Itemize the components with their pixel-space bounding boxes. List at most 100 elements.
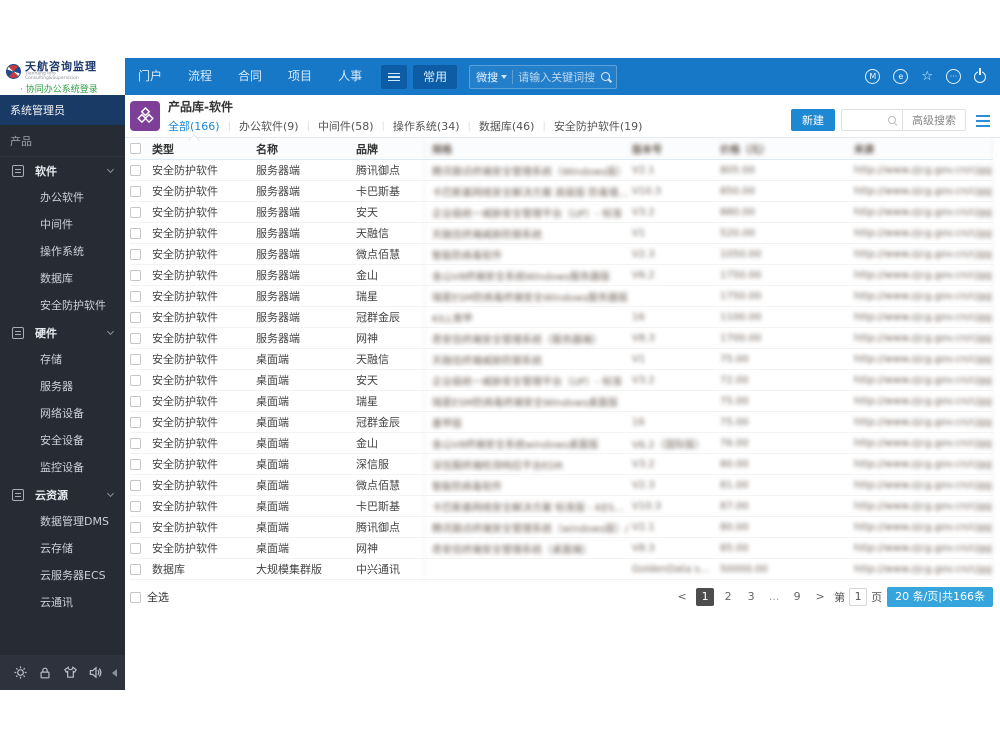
header-checkbox[interactable] [130, 143, 141, 154]
global-search[interactable]: 微搜 请输入关键词搜 [469, 64, 618, 89]
new-button[interactable]: 新建 [791, 109, 835, 131]
sidebar-item[interactable]: 数据管理DMS [0, 508, 125, 535]
sidebar-group[interactable]: 软件 [0, 157, 125, 184]
category-tab[interactable]: 中间件(58) [318, 118, 374, 134]
table-row[interactable]: 安全防护软件 桌面端 网神 奇安信终端安全管理系统（桌面端） V8.3 85.00 http… [130, 538, 993, 559]
table-row[interactable]: 安全防护软件 桌面端 冠群金辰 墨甲版 16 75.00 http://www.zjcg.g… [130, 412, 993, 433]
table-row[interactable]: 安全防护软件 桌面端 天融信 天融信终端威胁防御系统 V1 75.00 http://www… [130, 349, 993, 370]
table-row[interactable]: 安全防护软件 服务器端 网神 奇安信终端安全管理系统（服务器端） V8.3 1700.00… [130, 328, 993, 349]
row-checkbox[interactable] [130, 206, 141, 218]
row-checkbox[interactable] [130, 395, 141, 407]
sidebar-item[interactable]: 数据库 [0, 265, 125, 292]
table-row[interactable]: 安全防护软件 服务器端 安天 企业级统一威胁安全管理平台（UP）- 标准 V3.2 880… [130, 202, 993, 223]
jump-page-input[interactable]: 1 [849, 588, 868, 606]
page-number-button[interactable]: 2 [719, 588, 737, 606]
search-icon[interactable] [601, 72, 611, 81]
list-view-icon[interactable] [976, 115, 990, 117]
row-checkbox[interactable] [130, 311, 141, 323]
sidebar-item[interactable]: 安全设备 [0, 427, 125, 454]
row-checkbox[interactable] [130, 185, 141, 197]
sidebar-section-product[interactable]: 产品 [0, 125, 125, 157]
sidebar-item[interactable]: 云存储 [0, 535, 125, 562]
row-checkbox[interactable] [130, 374, 141, 386]
table-search-input[interactable] [842, 110, 888, 130]
topnav-item[interactable]: 门户 [125, 58, 175, 95]
table-row[interactable]: 安全防护软件 桌面端 瑞星 瑞星ESM防病毒终端安全Windows桌面版 75.00 ht… [130, 391, 993, 412]
row-checkbox[interactable] [130, 542, 141, 554]
category-tab[interactable]: 数据库(46) [479, 118, 535, 134]
row-checkbox[interactable] [130, 248, 141, 260]
page-number-button[interactable]: 9 [788, 588, 806, 606]
select-all[interactable]: 全选 [130, 589, 169, 605]
topnav-item[interactable]: 合同 [225, 58, 275, 95]
row-checkbox[interactable] [130, 563, 141, 575]
table-row[interactable]: 安全防护软件 桌面端 腾讯御点 腾讯御点终端安全管理系统（windows版）/ V2.… [130, 517, 993, 538]
next-page-button[interactable]: > [811, 588, 829, 606]
table-row[interactable]: 安全防护软件 桌面端 微点佰慧 智能防病毒软件 V2.3 81.00 http://www.… [130, 475, 993, 496]
category-tab[interactable]: 全部(166) [168, 118, 220, 134]
lock-icon[interactable] [37, 665, 53, 681]
sidebar-item[interactable]: 服务器 [0, 373, 125, 400]
table-row[interactable]: 安全防护软件 桌面端 卡巴斯基 卡巴斯基网络安全解决方案 标准版 - KES… V10.… [130, 496, 993, 517]
nav-menu-button[interactable] [381, 64, 408, 89]
table-row[interactable]: 安全防护软件 服务器端 冠群金辰 KILL胄甲 16 1100.00 http://www.… [130, 307, 993, 328]
row-checkbox[interactable] [130, 164, 141, 176]
category-tab[interactable]: 办公软件(9) [239, 118, 299, 134]
sidebar-item[interactable]: 监控设备 [0, 454, 125, 481]
row-checkbox[interactable] [130, 416, 141, 428]
row-checkbox[interactable] [130, 521, 141, 533]
messages-icon[interactable]: M [865, 69, 881, 84]
topnav-item[interactable]: 人事 [325, 58, 375, 95]
row-checkbox[interactable] [130, 437, 141, 449]
row-checkbox[interactable] [130, 227, 141, 239]
sidebar-item[interactable]: 存储 [0, 346, 125, 373]
theme-shirt-icon[interactable] [62, 665, 78, 681]
prev-page-button[interactable]: < [673, 588, 691, 606]
table-row[interactable]: 安全防护软件 桌面端 深信服 深信服终端检测响应平台EDR V3.2 80.00 http:… [130, 454, 993, 475]
select-all-checkbox[interactable] [130, 591, 141, 603]
power-icon[interactable] [974, 70, 986, 83]
page-size-button[interactable]: 20 条/页|共166条 [887, 587, 993, 607]
table-row[interactable]: 安全防护软件 服务器端 腾讯御点 腾讯御点终端安全管理系统（Windows版） V2.1… [130, 160, 993, 181]
search-input[interactable]: 请输入关键词搜 [518, 69, 596, 85]
sidebar-group[interactable]: 硬件 [0, 319, 125, 346]
sidebar-role-label[interactable]: 系统管理员 [0, 95, 125, 125]
search-icon[interactable] [888, 116, 896, 124]
email-icon[interactable]: e [893, 69, 909, 84]
table-row[interactable]: 安全防护软件 服务器端 卡巴斯基 卡巴斯基网络安全解决方案 高级版 防毒墙… V10.3… [130, 181, 993, 202]
table-row[interactable]: 数据库 大规模集群版 中兴通讯 GoldenData s… 50000.00 http:/… [130, 559, 993, 580]
row-checkbox[interactable] [130, 332, 141, 344]
row-checkbox[interactable] [130, 290, 141, 302]
topnav-item[interactable]: 流程 [175, 58, 225, 95]
table-row[interactable]: 安全防护软件 服务器端 金山 金山V8终端安全系统Windows服务器版 V6.2 175… [130, 265, 993, 286]
sidebar-collapse-icon[interactable] [112, 668, 117, 677]
sidebar-item[interactable]: 云通讯 [0, 589, 125, 616]
settings-gear-icon[interactable] [12, 665, 28, 681]
more-icon[interactable]: ··· [946, 69, 961, 84]
page-number-button[interactable]: 1 [696, 588, 715, 606]
sidebar-item[interactable]: 办公软件 [0, 184, 125, 211]
table-row[interactable]: 安全防护软件 服务器端 天融信 天融信终端威胁防御系统 V1 520.00 http://w… [130, 223, 993, 244]
sidebar-group[interactable]: 云资源 [0, 481, 125, 508]
favorites-star-icon[interactable]: ☆ [921, 69, 933, 84]
sidebar-item[interactable]: 网络设备 [0, 400, 125, 427]
row-checkbox[interactable] [130, 353, 141, 365]
category-tab[interactable]: 安全防护软件(19) [554, 118, 643, 134]
sidebar-item[interactable]: 操作系统 [0, 238, 125, 265]
table-row[interactable]: 安全防护软件 服务器端 微点佰慧 智能防病毒软件 V2.3 1050.00 http://w… [130, 244, 993, 265]
table-row[interactable]: 安全防护软件 服务器端 瑞星 瑞星ESM防病毒终端安全Windows服务器版 1750.… [130, 286, 993, 307]
oa-login-link[interactable]: · 协同办公系统登录 [6, 82, 119, 95]
sidebar-item[interactable]: 云服务器ECS [0, 562, 125, 589]
row-checkbox[interactable] [130, 500, 141, 512]
category-tab[interactable]: 操作系统(34) [393, 118, 460, 134]
row-checkbox[interactable] [130, 269, 141, 281]
sidebar-item[interactable]: 中间件 [0, 211, 125, 238]
row-checkbox[interactable] [130, 479, 141, 491]
sidebar-item[interactable]: 安全防护软件 [0, 292, 125, 319]
row-checkbox[interactable] [130, 458, 141, 470]
page-number-button[interactable]: 3 [742, 588, 760, 606]
table-row[interactable]: 安全防护软件 桌面端 安天 企业级统一威胁安全管理平台（UP）- 标准 V3.2 72.0… [130, 370, 993, 391]
advanced-search-button[interactable]: 高级搜索 [903, 112, 965, 128]
topnav-item[interactable]: 项目 [275, 58, 325, 95]
search-scope-dropdown[interactable]: 微搜 [476, 69, 508, 85]
